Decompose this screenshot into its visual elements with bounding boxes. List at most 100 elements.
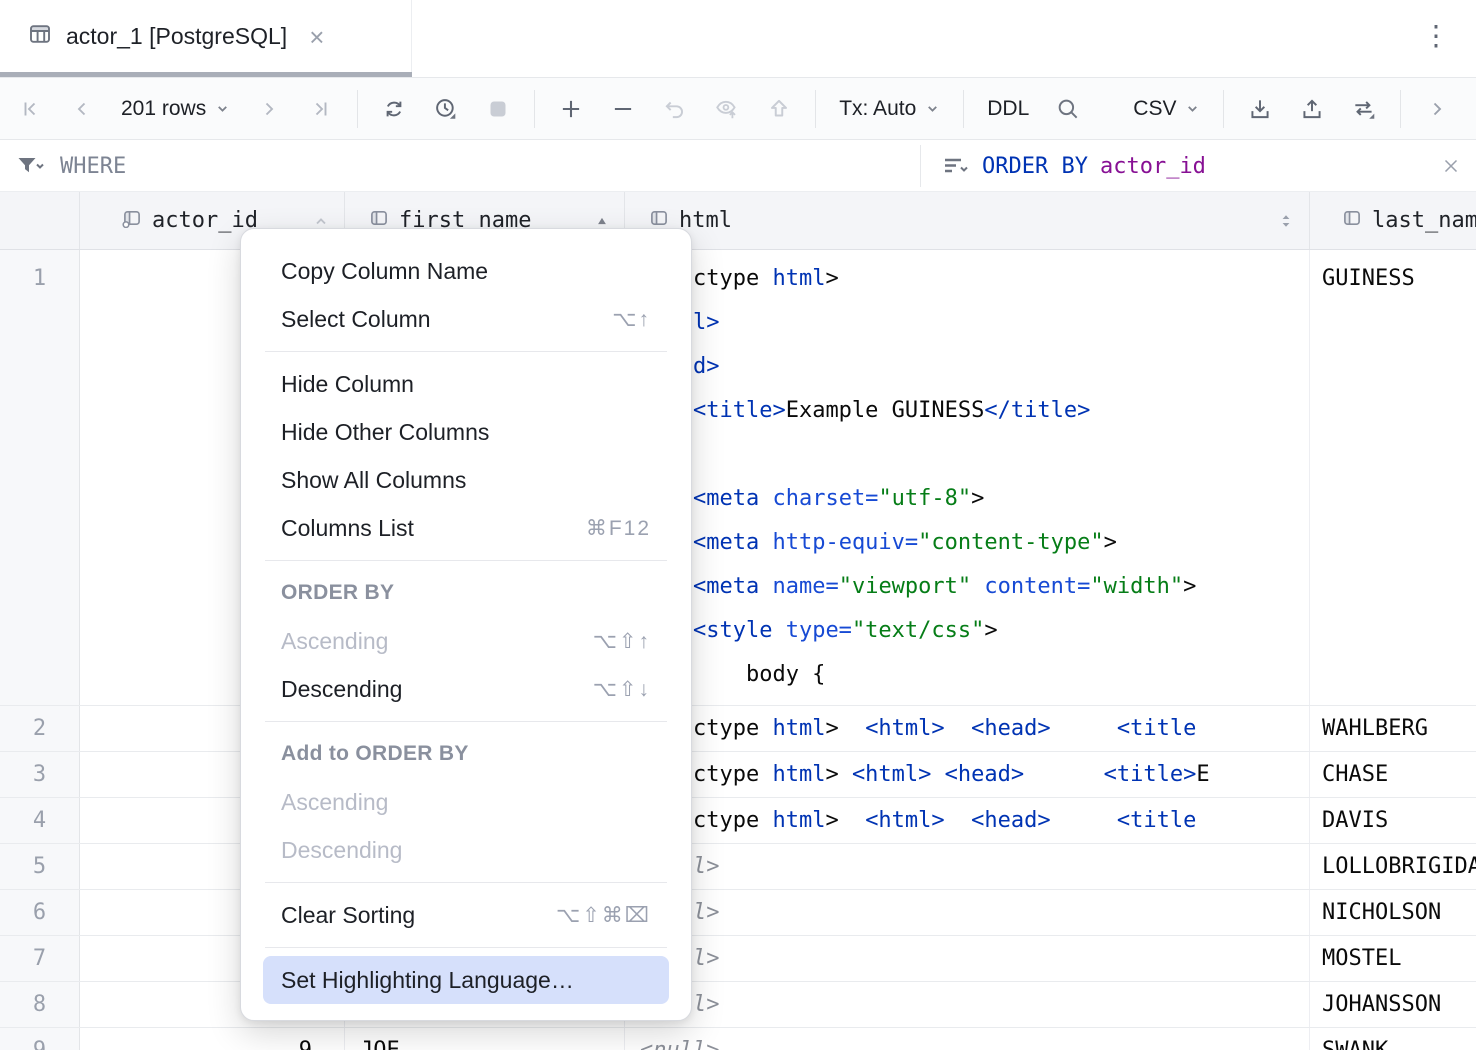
cell-last-name[interactable]: LOLLOBRIGIDA: [1310, 844, 1476, 889]
cell-html[interactable]: <null>: [625, 890, 1310, 935]
menu-item-show-all-columns[interactable]: Show All Columns: [263, 456, 669, 504]
tab-actor-1-postgresql[interactable]: actor_1 [PostgreSQL] ×: [0, 0, 412, 73]
stop-square-icon: [486, 97, 510, 121]
auto-refresh-button[interactable]: [420, 87, 472, 131]
cell-last-name[interactable]: CHASE: [1310, 752, 1476, 797]
menu-item-label: Select Column: [281, 306, 431, 333]
column-icon: [1342, 208, 1362, 234]
chevron-left-icon: [70, 97, 94, 121]
find-button[interactable]: [1042, 87, 1094, 131]
menu-separator: [265, 721, 667, 722]
code-line: <null>: [640, 982, 1309, 1027]
editor-tab-bar: actor_1 [PostgreSQL] × ⋮: [0, 0, 1476, 78]
code-line: <!doctype html>: [640, 257, 1309, 301]
menu-item-descending[interactable]: Descending⌥⇧↓: [263, 665, 669, 713]
row-number[interactable]: 8: [0, 982, 80, 1027]
tx-mode-dropdown[interactable]: Tx: Auto: [826, 97, 953, 121]
row-number[interactable]: 3: [0, 752, 80, 797]
header-gutter: [0, 192, 80, 249]
cell-last-name[interactable]: JOHANSSON: [1310, 982, 1476, 1027]
cell-last-name[interactable]: SWANK: [1310, 1028, 1476, 1050]
menu-item-columns-list[interactable]: Columns List⌘F12: [263, 504, 669, 552]
row-number[interactable]: 1: [0, 250, 80, 705]
menu-item-copy-column-name[interactable]: Copy Column Name: [263, 247, 669, 295]
code-line: <style type="text/css">: [640, 609, 1309, 653]
ddl-button[interactable]: DDL: [974, 97, 1042, 121]
cell-last-name[interactable]: NICHOLSON: [1310, 890, 1476, 935]
cell-html[interactable]: <null>: [625, 936, 1310, 981]
cell-html[interactable]: <null>: [625, 982, 1310, 1027]
code-line: <null>: [640, 936, 1309, 981]
row-number[interactable]: 5: [0, 844, 80, 889]
row-count-dropdown[interactable]: 201 rows: [108, 97, 243, 121]
menu-item-shortcut: ⌥⇧↑: [563, 629, 651, 654]
code-line: <head>: [640, 345, 1309, 389]
export-format-dropdown[interactable]: CSV: [1120, 97, 1213, 121]
tab-options-kebab-icon[interactable]: ⋮: [1422, 22, 1450, 50]
previous-page-button[interactable]: [56, 87, 108, 131]
cell-last-name[interactable]: WAHLBERG: [1310, 706, 1476, 751]
code-line: <!doctype html> <html> <head> <title>E: [640, 752, 1309, 797]
menu-section-order-by: ORDER BY: [263, 569, 669, 617]
cell-html[interactable]: <null>: [625, 844, 1310, 889]
column-header-html[interactable]: html: [625, 192, 1310, 249]
table-row: 6 <null>NICHOLSON: [0, 890, 1476, 936]
column-header-last-name[interactable]: last_name: [1310, 192, 1476, 249]
menu-separator: [265, 560, 667, 561]
next-page-button[interactable]: [243, 87, 295, 131]
add-row-button[interactable]: [545, 87, 597, 131]
cell-first-name[interactable]: JOE: [345, 1028, 625, 1050]
cell-last-name[interactable]: DAVIS: [1310, 798, 1476, 843]
compare-arrows-icon: [1351, 96, 1377, 122]
last-page-button[interactable]: [295, 87, 347, 131]
sort-ascending-solid-icon[interactable]: [594, 213, 610, 229]
menu-item-hide-column[interactable]: Hide Column: [263, 360, 669, 408]
row-number[interactable]: 9: [0, 1028, 80, 1050]
chevron-down-icon: [1185, 101, 1200, 116]
cell-last-name[interactable]: MOSTEL: [1310, 936, 1476, 981]
compare-data-button[interactable]: [1338, 87, 1390, 131]
menu-item-label: Hide Other Columns: [281, 419, 489, 446]
first-page-button[interactable]: [4, 87, 56, 131]
import-data-button[interactable]: [1234, 87, 1286, 131]
export-data-button[interactable]: [1286, 87, 1338, 131]
sort-ascending-icon[interactable]: [312, 212, 330, 230]
code-line: <meta http-equiv="content-type">: [640, 521, 1309, 565]
cell-html[interactable]: <null>: [625, 1028, 1310, 1050]
menu-item-hide-other-columns[interactable]: Hide Other Columns: [263, 408, 669, 456]
menu-item-label: Copy Column Name: [281, 258, 488, 285]
menu-separator: [265, 351, 667, 352]
cell-html[interactable]: <!doctype html> <html> <head> <title>E: [625, 752, 1310, 797]
cell-html[interactable]: <!doctype html> <html> <head> <title: [625, 706, 1310, 751]
sort-both-icon[interactable]: [1277, 212, 1295, 230]
row-number[interactable]: 2: [0, 706, 80, 751]
table-row: 88MATTHEW<null>JOHANSSON: [0, 982, 1476, 1028]
primary-key-column-icon: [122, 208, 142, 234]
cell-actor-id[interactable]: 9: [80, 1028, 345, 1050]
table-row: 4 <!doctype html> <html> <head> <titleDAV…: [0, 798, 1476, 844]
preview-changes-button: [701, 87, 753, 131]
grid-header-row: actor_id first_name: [0, 192, 1476, 250]
menu-item-set-highlighting-language[interactable]: Set Highlighting Language…: [263, 956, 669, 1004]
menu-item-select-column[interactable]: Select Column⌥↑: [263, 295, 669, 343]
menu-item-clear-sorting[interactable]: Clear Sorting⌥⇧⌘⌧: [263, 891, 669, 939]
stop-button: [472, 87, 524, 131]
code-line: <!doctype html> <html> <head> <title: [640, 706, 1309, 751]
cell-html[interactable]: <!doctype html><html><head> <title>Examp…: [625, 250, 1310, 705]
close-filter-button[interactable]: [1440, 155, 1462, 182]
row-number[interactable]: 4: [0, 798, 80, 843]
where-filter-field[interactable]: WHERE: [16, 140, 126, 192]
delete-row-button[interactable]: [597, 87, 649, 131]
row-number[interactable]: 6: [0, 890, 80, 935]
toolbar-separator: [357, 90, 358, 128]
cell-last-name[interactable]: GUINESS: [1310, 250, 1476, 705]
plus-icon: [558, 96, 584, 122]
refresh-button[interactable]: [368, 87, 420, 131]
order-by-field[interactable]: ORDER BY actor_id: [942, 140, 1206, 192]
tab-close-icon[interactable]: ×: [309, 24, 324, 50]
code-line: [640, 433, 1309, 477]
row-number[interactable]: 7: [0, 936, 80, 981]
export-format-label: CSV: [1133, 97, 1176, 121]
more-toolbar-button[interactable]: [1411, 87, 1463, 131]
cell-html[interactable]: <!doctype html> <html> <head> <title: [625, 798, 1310, 843]
